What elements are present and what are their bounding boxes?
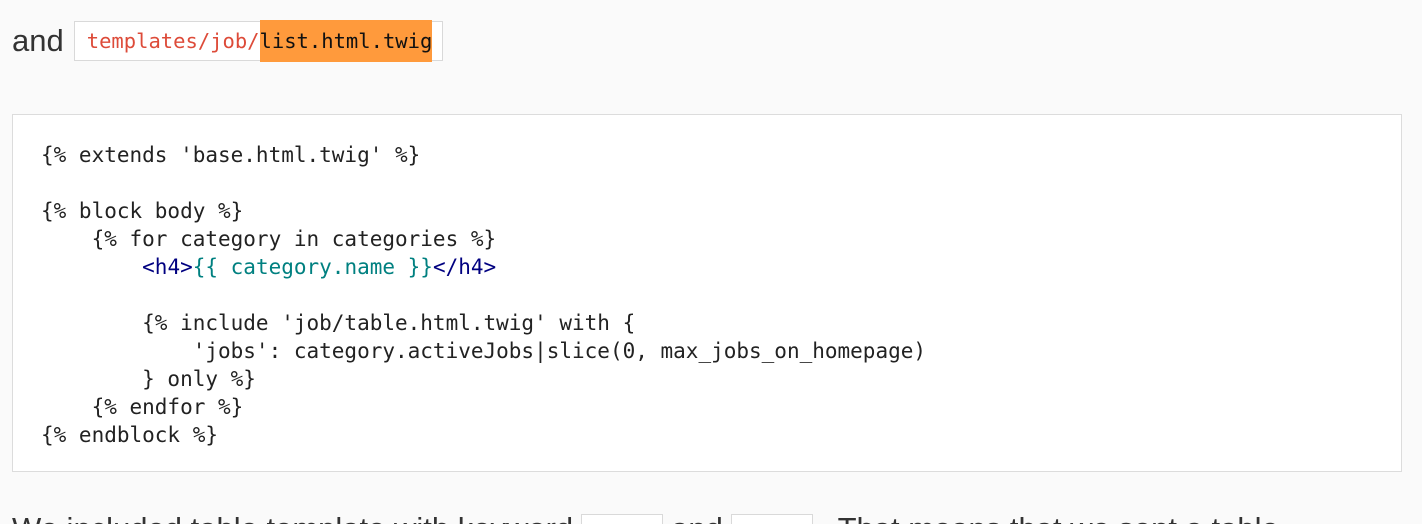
inline-code-stub xyxy=(581,514,664,524)
html-tag-open: <h4> xyxy=(142,255,193,279)
intro-line: and templates/job/list.html.twig xyxy=(12,20,444,62)
file-path-code: templates/job/list.html.twig xyxy=(73,20,444,62)
bottom-text-3: . That means that we sent a table xyxy=(821,508,1279,524)
code-line: {% extends 'base.html.twig' %} xyxy=(41,143,421,167)
code-line: 'jobs': category.activeJobs|slice(0, max… xyxy=(41,339,927,363)
code-line: {% include 'job/table.html.twig' with { xyxy=(41,311,636,335)
code-line: {% for category in categories %} xyxy=(41,227,497,251)
code-line: {% endblock %} xyxy=(41,423,219,447)
twig-expression: {{ category.name }} xyxy=(192,255,433,279)
inline-code-stub xyxy=(730,514,813,524)
code-line: <h4>{{ category.name }}</h4> xyxy=(41,253,1401,281)
code-block: {% extends 'base.html.twig' %} {% block b… xyxy=(12,114,1402,472)
code-line: {% endfor %} xyxy=(41,395,244,419)
intro-text: and xyxy=(12,23,64,58)
code-line: } only %} xyxy=(41,367,256,391)
bottom-paragraph: We included table template with keyword … xyxy=(12,508,1279,524)
file-path-prefix: templates/job/ xyxy=(86,29,260,53)
code-content: {% extends 'base.html.twig' %} {% block b… xyxy=(41,141,1401,449)
code-line: {% block body %} xyxy=(41,199,244,223)
bottom-text-2: and xyxy=(671,508,723,524)
html-tag-close: </h4> xyxy=(432,255,497,279)
file-path-highlight: list.html.twig xyxy=(259,20,433,62)
bottom-text-1: We included table template with keyword xyxy=(12,508,573,524)
